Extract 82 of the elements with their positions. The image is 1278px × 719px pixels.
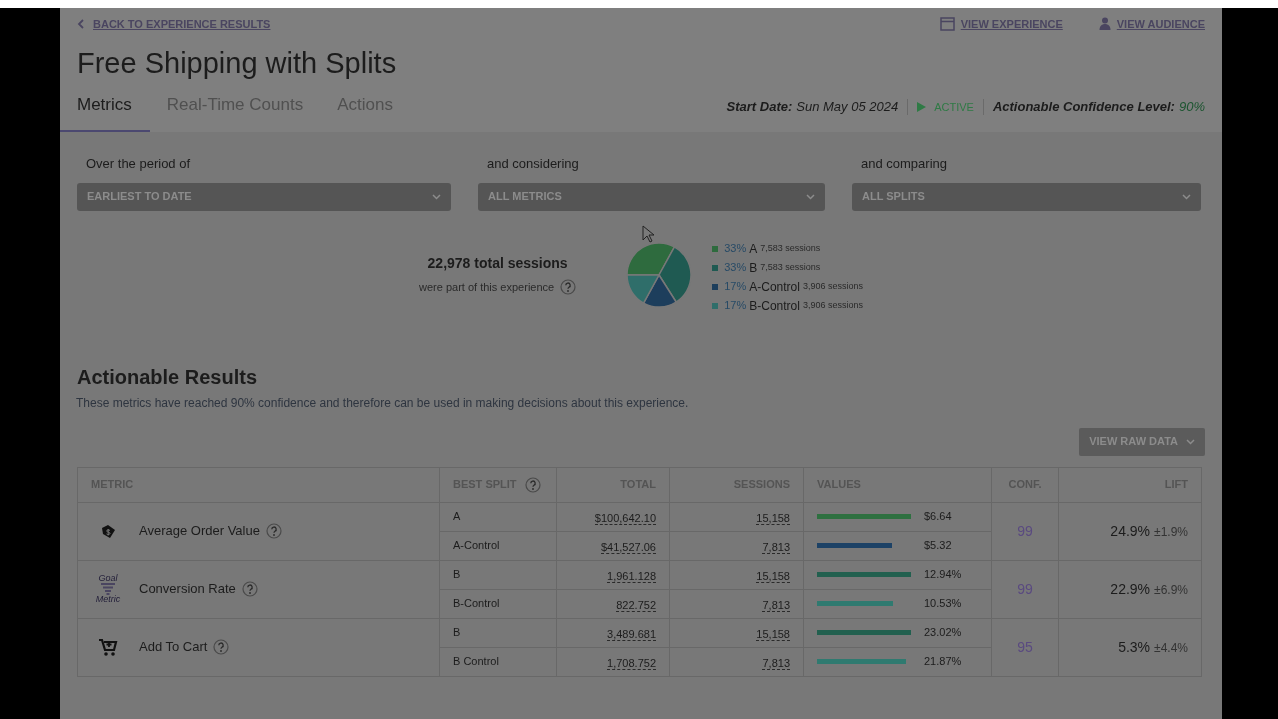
total-value: 3,489.681 bbox=[607, 627, 656, 641]
total-value: $100,642.10 bbox=[594, 511, 656, 525]
split-cell: B bbox=[439, 560, 557, 589]
value-text: 12.94% bbox=[924, 567, 962, 583]
help-icon bbox=[213, 639, 230, 655]
value-text: $5.32 bbox=[924, 538, 952, 554]
filter-label: and comparing bbox=[860, 154, 948, 170]
sessions-value: 7,813 bbox=[762, 540, 790, 554]
legend-percent: 17% bbox=[724, 279, 747, 295]
split-cell: B-Control bbox=[439, 589, 557, 618]
value-text: $6.64 bbox=[924, 509, 952, 525]
page-title: Free Shipping with Splits bbox=[77, 46, 398, 80]
total-value: 1,961.128 bbox=[607, 569, 656, 583]
total-value: 822.752 bbox=[616, 598, 656, 612]
split-cell: A-Control bbox=[439, 531, 557, 560]
legend-name: B bbox=[749, 259, 758, 277]
legend-percent: 33% bbox=[724, 241, 747, 257]
total-value: 1,708.752 bbox=[607, 656, 656, 670]
filter-label: and considering bbox=[486, 154, 580, 170]
legend-sessions: 7,583 sessions bbox=[760, 260, 821, 274]
split-cell: B bbox=[439, 618, 557, 647]
chevron-down-icon bbox=[432, 193, 441, 200]
legend-name: A bbox=[749, 240, 758, 258]
split-cell: B Control bbox=[439, 647, 557, 676]
metric-name: Conversion Rate bbox=[139, 580, 236, 599]
cursor-icon bbox=[642, 225, 654, 243]
legend-sessions: 3,906 sessions bbox=[802, 298, 863, 312]
section-title: Actionable Results bbox=[77, 364, 259, 389]
lift-margin: ±6.9% bbox=[1154, 581, 1188, 599]
legend-name: B-Control bbox=[749, 297, 800, 315]
legend-sessions: 7,583 sessions bbox=[760, 241, 821, 255]
legend-percent: 17% bbox=[724, 298, 747, 314]
help-icon bbox=[265, 523, 282, 539]
start-date: Sun May 05 2024 bbox=[796, 98, 899, 116]
person-icon bbox=[1098, 17, 1111, 31]
status-text: ACTIVE bbox=[934, 99, 974, 115]
tab[interactable]: Metrics bbox=[60, 92, 150, 132]
funnel-icon bbox=[100, 583, 116, 595]
metric-name: Average Order Value bbox=[139, 522, 260, 541]
value-text: 21.87% bbox=[924, 654, 962, 670]
lift-value: 22.9% bbox=[1110, 579, 1151, 599]
total-value: $41,527.06 bbox=[600, 540, 656, 554]
cart-icon bbox=[98, 637, 118, 657]
sessions-value: 7,813 bbox=[762, 656, 790, 670]
value-text: 23.02% bbox=[924, 625, 962, 641]
legend-percent: 33% bbox=[724, 260, 747, 276]
value-text: 10.53% bbox=[924, 596, 962, 612]
play-icon bbox=[917, 101, 927, 112]
confidence-label: Actionable Confidence Level: bbox=[992, 98, 1175, 116]
legend-name: A-Control bbox=[749, 278, 800, 296]
sessions-value: 15,158 bbox=[756, 511, 790, 525]
metric-name: Add To Cart bbox=[139, 638, 208, 657]
help-icon bbox=[560, 278, 577, 295]
total-sessions: 22,978 total sessions bbox=[427, 253, 568, 273]
lift-margin: ±4.4% bbox=[1154, 639, 1188, 657]
chevron-down-icon bbox=[1186, 438, 1195, 445]
chevron-left-icon bbox=[77, 19, 85, 29]
confidence-value: 90% bbox=[1178, 98, 1205, 116]
lift-value: 24.9% bbox=[1110, 521, 1151, 541]
sessions-value: 15,158 bbox=[756, 569, 790, 583]
split-cell: A bbox=[439, 502, 557, 531]
lift-value: 5.3% bbox=[1118, 637, 1151, 657]
help-icon bbox=[241, 581, 258, 597]
help-icon bbox=[524, 476, 541, 493]
sessions-value: 7,813 bbox=[762, 598, 790, 612]
legend-sessions: 3,906 sessions bbox=[802, 279, 863, 293]
filter-label: Over the period of bbox=[85, 154, 192, 170]
sessions-caption: were part of this experience bbox=[419, 279, 555, 295]
chevron-down-icon bbox=[1182, 193, 1191, 200]
window-icon bbox=[939, 17, 955, 31]
chevron-down-icon bbox=[806, 193, 815, 200]
header-link[interactable]: VIEW AUDIENCE bbox=[1098, 15, 1205, 33]
sessions-value: 15,158 bbox=[756, 627, 790, 641]
tag-icon bbox=[100, 523, 116, 539]
lift-margin: ±1.9% bbox=[1154, 523, 1188, 541]
section-description: These metrics have reached 90% confidence and therefore can be used in making decisions about this experience. bbox=[76, 394, 690, 412]
pie-chart-drawing bbox=[626, 241, 693, 308]
start-date-label: Start Date: bbox=[726, 98, 793, 116]
metric-label: Metric bbox=[95, 595, 121, 604]
back-link[interactable]: BACK TO EXPERIENCE RESULTS bbox=[77, 15, 271, 33]
header-link[interactable]: VIEW EXPERIENCE bbox=[939, 15, 1063, 33]
goal-label: Goal bbox=[98, 574, 118, 583]
